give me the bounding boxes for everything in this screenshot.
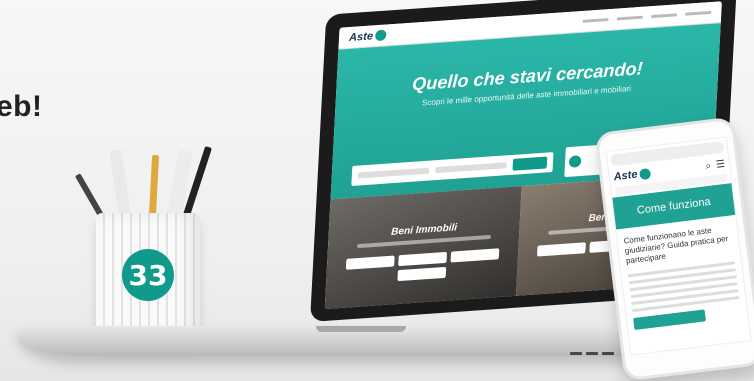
chip[interactable] bbox=[537, 242, 586, 257]
phone-logo[interactable]: Aste bbox=[613, 167, 652, 184]
search-icon[interactable]: ⌕ bbox=[705, 160, 712, 172]
laptop-notch bbox=[316, 326, 406, 332]
play-icon bbox=[568, 155, 582, 168]
panel-chips bbox=[326, 247, 519, 286]
cup-logo: 33 bbox=[122, 249, 174, 301]
chip[interactable] bbox=[345, 255, 395, 270]
cta-button[interactable] bbox=[633, 309, 707, 331]
menu-icon[interactable]: ☰ bbox=[715, 158, 725, 170]
panel-immobili[interactable]: Beni Immobili bbox=[324, 186, 522, 310]
nav-links bbox=[582, 10, 712, 23]
logo-mark bbox=[638, 167, 652, 180]
phone-screen: Aste ⌕ ☰ Come funziona Come funzionano l… bbox=[605, 136, 752, 356]
chip[interactable] bbox=[450, 248, 500, 263]
chip[interactable] bbox=[397, 266, 447, 282]
laptop-ports bbox=[570, 352, 614, 355]
nav-link[interactable] bbox=[650, 13, 678, 19]
phone-nav-icons: ⌕ ☰ bbox=[705, 158, 726, 171]
search-location-field[interactable] bbox=[435, 162, 507, 174]
chip[interactable] bbox=[398, 251, 448, 267]
headline-text: eb! bbox=[0, 90, 43, 123]
nav-link[interactable] bbox=[582, 18, 609, 23]
site-logo[interactable]: Aste bbox=[349, 29, 387, 44]
search-button[interactable] bbox=[512, 156, 548, 171]
nav-link[interactable] bbox=[616, 15, 643, 21]
port bbox=[570, 352, 582, 355]
search-category-field[interactable] bbox=[357, 167, 430, 179]
port bbox=[586, 352, 598, 355]
marketing-scene: eb! 33 Aste Quello che stavi cercando! S… bbox=[0, 0, 754, 381]
logo-text: Aste bbox=[348, 29, 374, 44]
logo-text: Aste bbox=[613, 168, 639, 184]
port bbox=[602, 352, 614, 355]
nav-link[interactable] bbox=[685, 10, 712, 16]
logo-mark bbox=[374, 29, 387, 42]
